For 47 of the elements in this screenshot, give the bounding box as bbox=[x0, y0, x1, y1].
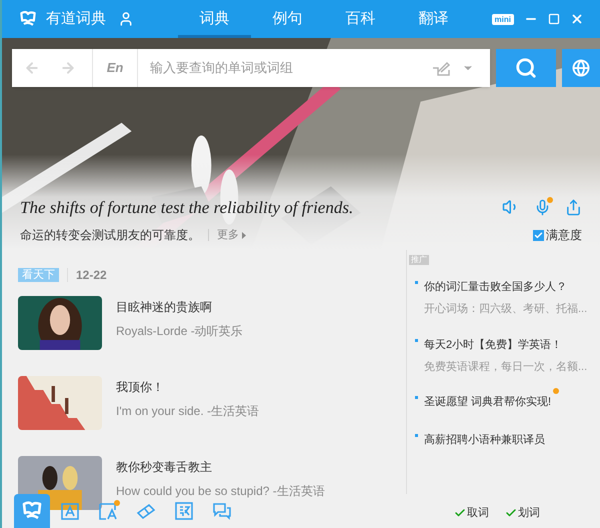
user-icon[interactable] bbox=[118, 11, 134, 27]
check-icon[interactable] bbox=[454, 507, 466, 519]
ad-title[interactable]: 高薪招聘小语种兼职译员 bbox=[424, 434, 545, 446]
ticket-icon bbox=[136, 501, 156, 521]
ad-subtitle: 免费英语课程，每日一次，名额... bbox=[424, 360, 588, 374]
ad-title[interactable]: 你的词汇量击败全国多少人？ bbox=[424, 281, 567, 293]
bullet-icon bbox=[415, 434, 418, 437]
article-subtitle: I'm on your side. -生活英语 bbox=[116, 403, 259, 420]
search-input[interactable]: 输入要查询的单词或词组 bbox=[150, 58, 432, 78]
bullet-icon bbox=[415, 338, 418, 342]
toggle-label[interactable]: 取词 bbox=[467, 504, 489, 522]
ad-subtitle: 开心词场：四六级、考研、托福... bbox=[424, 302, 588, 317]
maximize-icon[interactable] bbox=[548, 13, 560, 25]
bullet-icon bbox=[415, 281, 418, 284]
section-tag: 看天下 bbox=[18, 268, 59, 282]
toggle-label[interactable]: 划词 bbox=[518, 504, 540, 522]
close-icon[interactable] bbox=[570, 12, 584, 26]
share-icon[interactable] bbox=[565, 198, 582, 216]
search-icon bbox=[515, 57, 537, 79]
microphone-icon[interactable] bbox=[534, 198, 551, 216]
image-letter-icon bbox=[98, 501, 118, 521]
english-sentence: The shifts of fortune test the reliability of friends. bbox=[20, 196, 354, 219]
bullet-icon bbox=[415, 396, 418, 399]
article-title[interactable]: 教你秒变毒舌教主 bbox=[116, 458, 325, 476]
search-button[interactable] bbox=[496, 49, 556, 87]
translate-icon bbox=[174, 501, 194, 521]
chat-icon bbox=[212, 501, 232, 521]
check-icon[interactable] bbox=[505, 507, 517, 519]
checkbox[interactable] bbox=[533, 230, 544, 240]
chinese-sentence: 命运的转变会测试朋友的可靠度。 bbox=[20, 227, 200, 244]
article-subtitle: Royals-Lorde -动听英乐 bbox=[116, 323, 243, 340]
satisfaction-label: 满意度 bbox=[546, 227, 582, 244]
handwriting-icon[interactable] bbox=[432, 60, 450, 76]
toolbar-button[interactable] bbox=[14, 494, 50, 528]
date-label: 12-22 bbox=[76, 267, 107, 284]
back-icon[interactable] bbox=[24, 60, 40, 76]
article-title[interactable]: 我顶你！ bbox=[116, 378, 259, 396]
article-subtitle: How could you be so stupid? -生活英语 bbox=[116, 483, 325, 500]
app-title: 有道词典 bbox=[46, 8, 106, 29]
forward-icon[interactable] bbox=[60, 60, 76, 76]
letter-card-icon bbox=[60, 501, 80, 521]
ad-title[interactable]: 每天2小时【免费】学英语！ bbox=[424, 338, 562, 350]
globe-icon bbox=[572, 59, 590, 77]
ad-title[interactable]: 圣诞愿望 词典君帮你实现! bbox=[424, 396, 552, 408]
globe-button[interactable] bbox=[562, 49, 600, 87]
caret-icon[interactable] bbox=[242, 232, 246, 238]
article-title[interactable]: 目眩神迷的贵族啊 bbox=[116, 298, 243, 316]
